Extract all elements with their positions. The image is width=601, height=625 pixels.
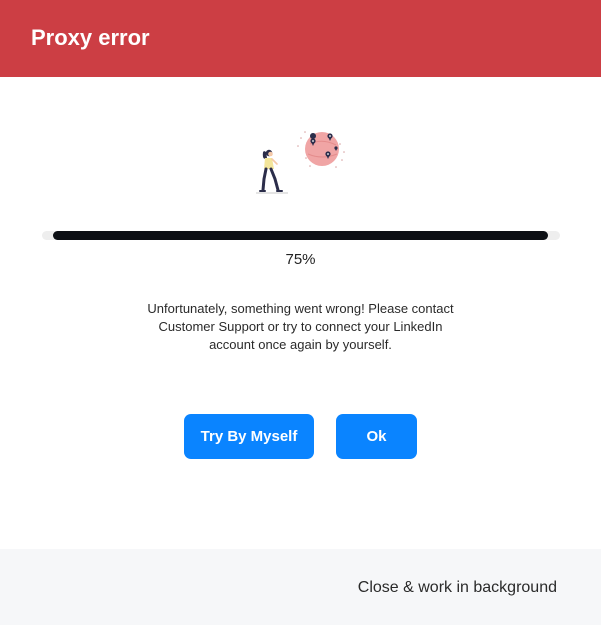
error-message: Unfortunately, something went wrong! Ple…	[110, 300, 491, 354]
globe-icon	[305, 132, 339, 166]
person-walking-globe-illustration	[250, 124, 350, 196]
person-figure	[259, 149, 283, 192]
dialog-header: Proxy error	[0, 0, 601, 77]
close-work-in-background-link[interactable]: Close & work in background	[358, 578, 557, 598]
dialog-footer: Close & work in background	[0, 549, 601, 625]
ok-button[interactable]: Ok	[336, 414, 417, 459]
error-message-line: account once again by yourself.	[209, 337, 392, 352]
error-message-line: Unfortunately, something went wrong! Ple…	[147, 301, 454, 316]
error-message-line: Customer Support or try to connect your …	[158, 319, 443, 334]
try-by-myself-button[interactable]: Try By Myself	[184, 414, 314, 459]
progress-bar-fill	[53, 231, 548, 240]
dialog-title: Proxy error	[31, 25, 150, 50]
progress-percent: 75%	[285, 251, 316, 268]
proxy-error-dialog: Proxy error 75% Unfortunately, something…	[0, 0, 601, 625]
